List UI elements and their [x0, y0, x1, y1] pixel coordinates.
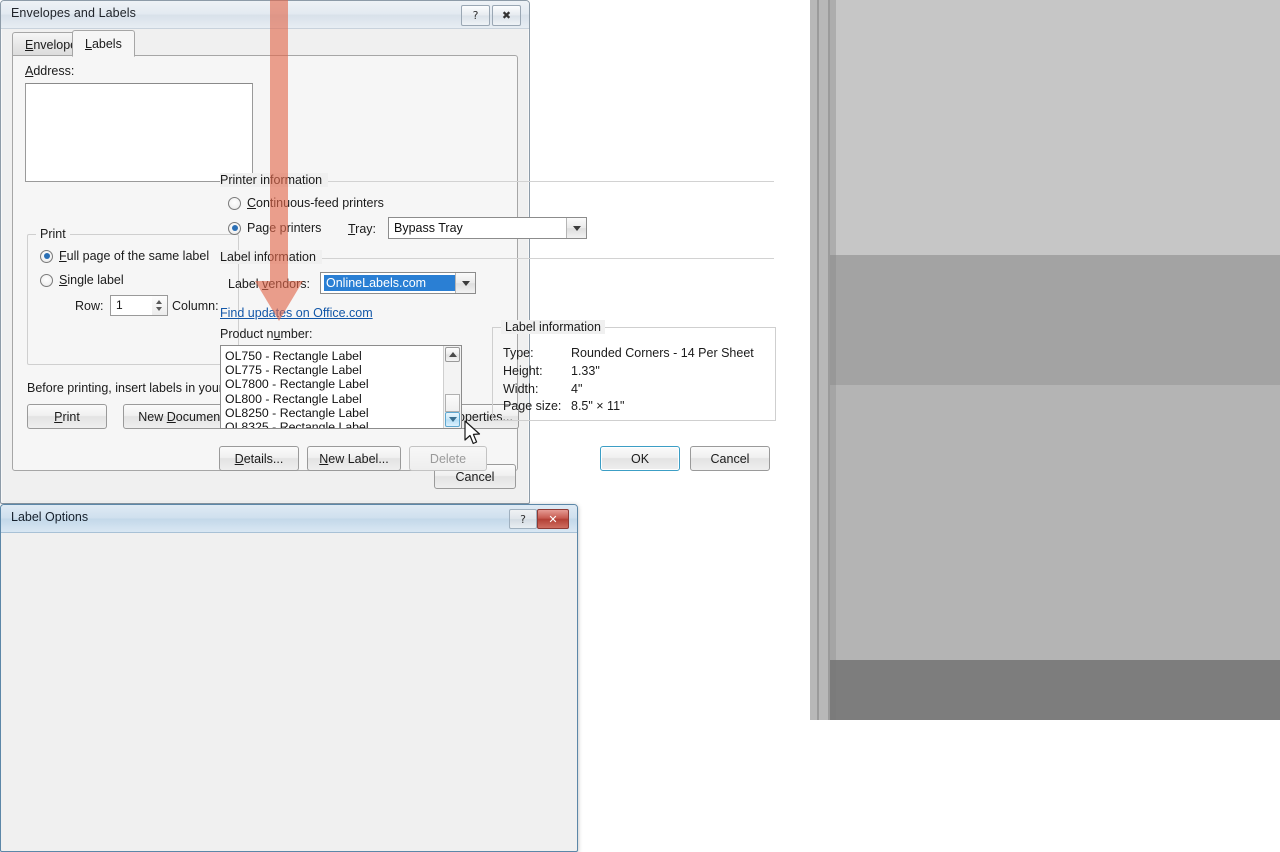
spinner-up-icon[interactable] — [156, 300, 162, 304]
help-glyph: ? — [472, 9, 479, 22]
print-group-title: Print — [36, 227, 70, 241]
new-label-button-label: New Label... — [319, 451, 389, 466]
tray-combobox[interactable]: Bypass Tray — [388, 217, 587, 239]
label-info-panel: Label information Type: Rounded Corners … — [492, 320, 776, 421]
chevron-down-icon[interactable] — [566, 218, 586, 238]
desktop-band-second — [810, 255, 1280, 385]
radio-dot-continuous-feed — [228, 196, 241, 210]
radio-single-label-label: Single label — [59, 273, 124, 287]
radio-full-page[interactable]: Full page of the same label — [40, 249, 209, 263]
label-options-cancel-button-label: Cancel — [710, 451, 750, 466]
radio-single-label[interactable]: Single label — [40, 273, 124, 287]
chevron-down-icon[interactable] — [455, 273, 475, 293]
tab-labels-label: Labels — [85, 36, 122, 51]
delete-button-label: Delete — [429, 451, 467, 466]
radio-dot-single-label — [40, 273, 53, 287]
list-item[interactable]: OL775 - Rectangle Label — [221, 363, 445, 377]
list-item[interactable]: OL800 - Rectangle Label — [221, 392, 445, 406]
mouse-cursor — [464, 420, 481, 445]
find-updates-link[interactable]: Find updates on Office.com — [220, 306, 373, 320]
close-icon[interactable]: ✖ — [492, 5, 521, 26]
label-info-key: Height: — [503, 364, 543, 378]
printer-information-section-title: Printer information — [220, 173, 329, 187]
label-options-dialog: Label Options ? ✕ — [0, 504, 578, 852]
envelopes-dialog-title: Envelopes and Labels — [11, 6, 137, 20]
help-icon[interactable]: ? — [509, 509, 537, 529]
ok-button-label: OK — [630, 451, 650, 466]
scroll-down-icon[interactable] — [445, 412, 460, 427]
label-info-value: 4" — [571, 382, 583, 396]
strip-seam-b — [830, 255, 836, 385]
ok-button[interactable]: OK — [600, 446, 680, 471]
spinner-down-icon[interactable] — [156, 307, 162, 311]
strip-seam-a — [830, 0, 836, 255]
print-button[interactable]: Print — [27, 404, 107, 429]
radio-continuous-feed-printers[interactable]: Continuous-feed printers — [228, 196, 384, 210]
help-glyph: ? — [520, 512, 526, 526]
label-info-value: 8.5" × 11" — [571, 399, 625, 413]
close-glyph: ✖ — [501, 9, 512, 22]
print-group: Print Full page of the same label Single… — [27, 227, 239, 365]
strip-seam-d — [830, 660, 836, 720]
row-label: Row: — [75, 299, 104, 313]
strip-seam-c — [830, 385, 836, 660]
close-icon[interactable]: ✕ — [537, 509, 569, 529]
radio-dot-page-printers — [228, 221, 241, 235]
new-document-button-label: New Document — [138, 409, 224, 424]
row-spinner-buttons[interactable] — [152, 295, 168, 316]
desktop-band-bottom — [810, 660, 1280, 720]
list-item[interactable]: OL7800 - Rectangle Label — [221, 377, 445, 391]
product-number-listbox[interactable]: OL750 - Rectangle Label OL775 - Rectangl… — [220, 345, 462, 429]
details-button[interactable]: Details... — [219, 446, 299, 471]
new-label-button[interactable]: New Label... — [307, 446, 401, 471]
list-item[interactable]: OL8250 - Rectangle Label — [221, 406, 445, 420]
close-glyph: ✕ — [548, 512, 558, 526]
radio-page-printers[interactable]: Page printers — [228, 221, 321, 235]
address-input[interactable] — [25, 83, 253, 182]
label-info-value: Rounded Corners - 14 Per Sheet — [571, 346, 754, 360]
label-info-key: Page size: — [503, 399, 562, 413]
label-info-value: 1.33" — [571, 364, 600, 378]
envelopes-dialog-titlebar[interactable]: Envelopes and Labels ? ✖ — [1, 1, 529, 29]
radio-dot-full-page — [40, 249, 53, 263]
print-button-label: Print — [54, 409, 80, 424]
details-button-label: Details... — [234, 451, 284, 466]
product-number-label: Product number: — [220, 327, 313, 341]
tray-label: Tray: — [348, 222, 377, 236]
scrollbar-thumb[interactable] — [445, 394, 460, 412]
row-spinner[interactable]: 1 — [110, 295, 168, 316]
label-vendors-selection-highlight: OnlineLabels.com — [324, 275, 455, 291]
label-info-key: Width: — [503, 382, 539, 396]
delete-button: Delete — [409, 446, 487, 471]
product-list-scrollbar[interactable] — [443, 346, 461, 428]
tab-labels[interactable]: Labels — [72, 30, 135, 57]
desktop-band-third — [810, 385, 1280, 660]
radio-full-page-label: Full page of the same label — [59, 249, 210, 263]
desktop-right-pane — [810, 0, 1280, 720]
strip-divider-line-1 — [817, 0, 819, 720]
label-options-title: Label Options — [11, 510, 89, 524]
label-info-panel-title: Label information — [501, 320, 605, 334]
label-information-section-title: Label information — [220, 250, 322, 264]
label-options-cancel-button[interactable]: Cancel — [690, 446, 770, 471]
label-vendors-label: Label vendors: — [228, 277, 311, 291]
help-icon[interactable]: ? — [461, 5, 490, 26]
desktop-band-top — [810, 0, 1280, 255]
radio-page-printers-label: Page printers — [247, 221, 322, 235]
tray-value: Bypass Tray — [394, 221, 463, 235]
label-vendors-combobox[interactable]: OnlineLabels.com — [320, 272, 476, 294]
label-vendors-value: OnlineLabels.com — [326, 276, 427, 290]
address-label: Address: — [25, 64, 75, 78]
desktop-left-strip — [810, 0, 836, 720]
list-item[interactable]: OL8325 - Rectangle Label — [221, 420, 445, 428]
label-options-titlebar[interactable]: Label Options ? ✕ — [1, 505, 577, 533]
label-info-key: Type: — [503, 346, 534, 360]
column-label: Column: — [172, 299, 219, 313]
screen: Envelopes and Labels ? ✖ Envelopes Label… — [0, 0, 1280, 852]
radio-continuous-feed-label: Continuous-feed printers — [247, 196, 384, 210]
scroll-up-icon[interactable] — [445, 347, 460, 362]
envelopes-cancel-button-label: Cancel — [455, 469, 495, 484]
row-value: 1 — [116, 298, 123, 312]
list-item[interactable]: OL750 - Rectangle Label — [221, 349, 445, 363]
